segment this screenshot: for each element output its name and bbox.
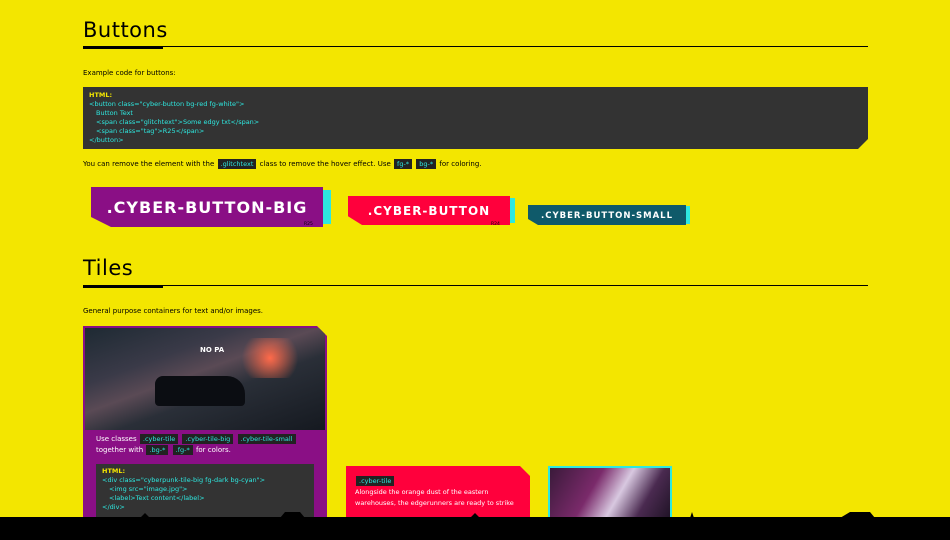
class-chip: .glitchtext — [217, 159, 257, 169]
class-chip: .cyber-tile — [140, 434, 178, 444]
note-text: for coloring. — [439, 160, 482, 168]
button-big-glitch-shadow — [323, 190, 331, 224]
cyber-button[interactable]: .CYBER-BUTTON — [348, 196, 510, 225]
button-mid-glitch-shadow — [510, 198, 515, 223]
tile-red-text: Alongside the orange dust of the eastern… — [355, 488, 514, 507]
image-car — [155, 376, 245, 406]
tile-text: together with — [96, 446, 144, 454]
tile-image: NO PA — [85, 328, 325, 430]
class-chip: fg-* — [394, 159, 413, 169]
code-line: <label>Text content</label> — [109, 494, 205, 502]
class-chip: .cyber-tile-small — [238, 434, 296, 444]
buttons-note: You can remove the element with the .gli… — [83, 159, 482, 169]
buttons-divider — [83, 46, 868, 47]
code-line: <button class="cyber-button bg-red fg-wh… — [89, 100, 245, 108]
buttons-section-header: Buttons — [83, 18, 868, 42]
code-line: <div class="cyberpunk-tile-big fg-dark b… — [102, 476, 266, 484]
cyber-tile-big: NO PA Use classes .cyber-tile .cyber-til… — [83, 326, 327, 526]
class-chip: .cyber-tile — [356, 476, 394, 486]
cyber-button-label: .CYBER-BUTTON — [367, 204, 491, 218]
buttons-code-block: HTML: <button class="cyber-button bg-red… — [83, 87, 868, 149]
image-neon-glow — [235, 338, 305, 378]
code-line: </button> — [89, 136, 124, 144]
buttons-intro: Example code for buttons: — [83, 69, 176, 77]
class-chip: .fg-* — [173, 445, 193, 455]
code-line: HTML: — [89, 91, 113, 99]
tiles-section-header: Tiles — [83, 256, 868, 280]
footer-band — [0, 517, 950, 540]
class-chip: bg-* — [416, 159, 437, 169]
button-big-tag: R25 — [304, 222, 313, 227]
cyber-button-big[interactable]: .CYBER-BUTTON-BIG — [91, 187, 323, 227]
tiles-section-title: Tiles — [83, 256, 134, 280]
class-chip: .cyber-tile-big — [182, 434, 233, 444]
cyber-button-small-label: .CYBER-BUTTON-SMALL — [540, 211, 673, 221]
code-line: HTML: — [102, 467, 126, 475]
tile-text: for colors. — [195, 446, 231, 454]
tile-red-content: .cyber-tile Alongside the orange dust of… — [355, 476, 520, 509]
code-line: <span class="tag">R25</span> — [96, 127, 205, 135]
buttons-section-title: Buttons — [83, 18, 168, 42]
tiles-intro: General purpose containers for text and/… — [83, 307, 263, 315]
note-text: You can remove the element with the — [83, 160, 215, 168]
tiles-divider — [83, 285, 868, 286]
cyber-button-small[interactable]: .CYBER-BUTTON-SMALL — [528, 205, 686, 225]
button-small-glitch-shadow — [686, 206, 690, 224]
code-line: <img src="image.jpg"> — [109, 485, 188, 493]
image-neon-sign: NO PA — [200, 346, 225, 354]
tile-text: Use classes — [96, 435, 137, 443]
tile-big-description: Use classes .cyber-tile .cyber-tile-big … — [96, 434, 316, 456]
buttons-divider-accent — [83, 46, 163, 49]
class-chip: .bg-* — [146, 445, 168, 455]
note-text: class to remove the hover effect. Use — [259, 160, 391, 168]
code-line: Button Text — [96, 109, 133, 117]
button-mid-tag: R24 — [491, 222, 500, 227]
tiles-divider-accent — [83, 285, 163, 288]
cyber-button-big-label: .CYBER-BUTTON-BIG — [106, 198, 308, 217]
code-line: <span class="glitchtext">Some edgy txt</… — [96, 118, 260, 126]
